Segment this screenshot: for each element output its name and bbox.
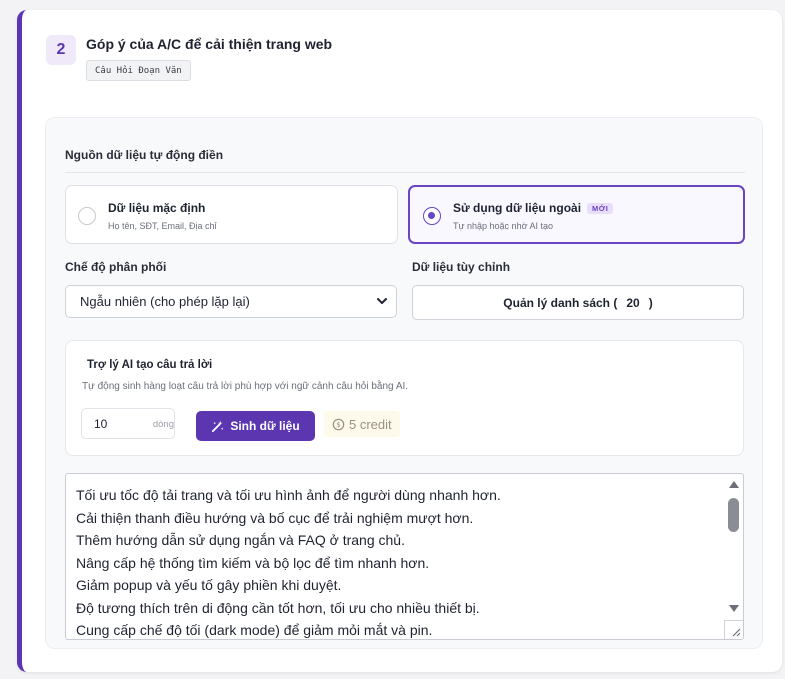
row-count-input[interactable]: 10 dòng — [81, 408, 175, 439]
manage-list-button[interactable]: Quản lý danh sách ( 20 ) — [412, 285, 744, 320]
list-count: 20 — [626, 295, 640, 310]
radio-default-data[interactable] — [78, 207, 96, 225]
option-title: Dữ liệu mặc định — [108, 201, 206, 215]
option-title-text: Sử dụng dữ liệu ngoài — [453, 201, 582, 215]
question-type-badge: Câu Hỏi Đoạn Văn — [86, 60, 191, 81]
resize-grip-icon — [732, 628, 741, 637]
option-external-data[interactable]: Sử dụng dữ liệu ngoài MỚI Tự nhập hoặc nh… — [408, 185, 745, 244]
autofill-panel: Nguồn dữ liệu tự động điền Dữ liệu mặc đ… — [45, 117, 763, 649]
answer-line: Giảm popup và yếu tố gây phiền khi duyệt… — [76, 577, 342, 593]
distribution-label: Chế độ phân phối — [65, 260, 167, 274]
generate-data-button[interactable]: Sinh dữ liệu — [196, 411, 315, 441]
radio-external-data[interactable] — [423, 207, 441, 225]
scrollbar-thumb[interactable] — [728, 498, 739, 532]
coin-icon: $ — [332, 418, 345, 430]
row-count-value: 10 — [94, 417, 108, 431]
scroll-down-arrow-icon[interactable] — [729, 605, 739, 612]
resize-handle[interactable] — [724, 620, 743, 639]
svg-text:$: $ — [336, 420, 340, 428]
answers-lines: Tối ưu tốc độ tải trang và tối ưu hình ả… — [76, 484, 501, 639]
answers-textarea[interactable]: Tối ưu tốc độ tải trang và tối ưu hình ả… — [65, 473, 744, 640]
option-default-data[interactable]: Dữ liệu mặc định Họ tên, SĐT, Email, Địa… — [65, 185, 398, 244]
magic-wand-icon — [212, 420, 224, 432]
manage-list-suffix: ) — [648, 295, 653, 310]
option-subtitle: Họ tên, SĐT, Email, Địa chỉ — [108, 221, 217, 231]
ai-description: Tự động sinh hàng loạt câu trả lời phù h… — [82, 381, 409, 392]
ai-assistant-box: Trợ lý AI tạo câu trả lời Tự động sinh h… — [65, 340, 744, 456]
answer-line: Độ tương thích trên di động cần tốt hơn,… — [76, 599, 480, 616]
scroll-up-arrow-icon[interactable] — [729, 481, 739, 488]
answer-line: Tối ưu tốc độ tải trang và tối ưu hình ả… — [76, 487, 501, 503]
option-subtitle: Tự nhập hoặc nhờ AI tạo — [453, 221, 553, 231]
ai-title: Trợ lý AI tạo câu trả lời — [87, 359, 213, 371]
credit-label: 5 credit — [349, 416, 392, 432]
question-card: 2 Góp ý của A/C để cải thiện trang web C… — [17, 10, 782, 672]
answer-line: Nâng cấp hệ thống tìm kiếm và bộ lọc để … — [76, 554, 430, 571]
answer-line: Cung cấp chế độ tối (dark mode) để giảm … — [76, 622, 433, 638]
distribution-selected: Ngẫu nhiên (cho phép lặp lại) — [80, 294, 250, 309]
question-title: Góp ý của A/C để cải thiện trang web — [86, 36, 333, 52]
custom-data-label: Dữ liệu tùy chỉnh — [412, 260, 511, 274]
answer-line: Cải thiện thanh điều hướng và bố cục để … — [76, 509, 474, 526]
option-title: Sử dụng dữ liệu ngoài MỚI — [453, 201, 614, 215]
manage-list-label: Quản lý danh sách ( — [503, 295, 618, 310]
generate-data-label: Sinh dữ liệu — [230, 419, 300, 433]
credit-cost: $ 5 credit — [324, 411, 400, 437]
row-count-unit: dòng — [152, 419, 174, 430]
question-number: 2 — [46, 35, 76, 65]
divider — [65, 172, 745, 173]
new-badge: MỚI — [587, 203, 614, 214]
distribution-select[interactable]: Ngẫu nhiên (cho phép lặp lại) — [65, 285, 397, 318]
scrollbar[interactable] — [725, 475, 742, 620]
chevron-down-icon — [377, 298, 387, 304]
answer-line: Thêm hướng dẫn sử dụng ngắn và FAQ ở tra… — [76, 532, 405, 548]
data-source-label: Nguồn dữ liệu tự động điền — [65, 148, 224, 162]
